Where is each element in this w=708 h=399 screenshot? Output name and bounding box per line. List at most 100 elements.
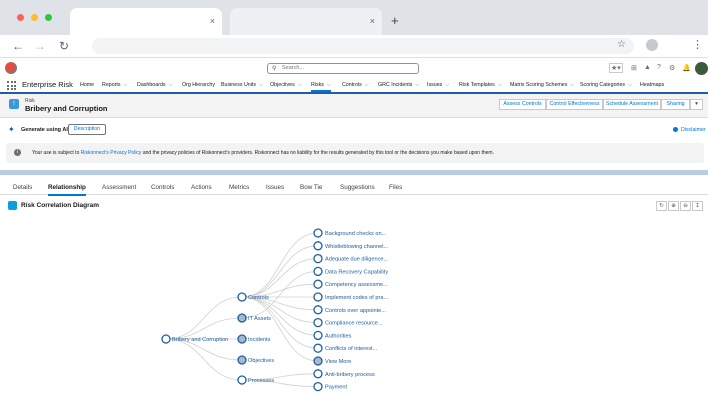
download-icon[interactable]: ↧ (692, 201, 703, 211)
nav-item-controls[interactable]: Controls ⌵ (342, 82, 369, 88)
diagram-leaf-node[interactable] (313, 228, 323, 238)
nav-item-matrix-scoring-schemes[interactable]: Matrix Scoring Schemes ⌵ (510, 82, 574, 88)
chevron-down-icon[interactable]: ⌵ (628, 82, 632, 88)
tab-relationship[interactable]: Relationship (48, 184, 86, 196)
diagram-leaf-node[interactable] (313, 266, 323, 277)
chevron-down-icon[interactable]: ⌵ (327, 82, 331, 88)
nav-item-heatmaps[interactable]: Heatmaps (640, 82, 664, 88)
diagram-leaf-node[interactable] (313, 305, 323, 315)
nav-item-org-hierarchy[interactable]: Org Hierarchy (182, 82, 215, 88)
chevron-down-icon[interactable]: ⌵ (365, 82, 369, 88)
tab-actions[interactable]: Actions (191, 184, 212, 191)
control-effectiveness-button[interactable]: Control Effectiveness (546, 99, 603, 110)
chevron-down-icon[interactable]: ⌵ (570, 82, 574, 88)
diagram-branch-node[interactable] (237, 355, 247, 365)
add-icon[interactable]: ⊞ (631, 64, 637, 72)
diagram-leaf-label[interactable]: Adequate due diligence... (325, 257, 389, 263)
diagram-leaf-label[interactable]: Whistleblowing channel... (325, 244, 389, 250)
maximize-window-button[interactable] (45, 14, 52, 21)
diagram-branch-label[interactable]: IT Assets (248, 316, 271, 322)
reload-icon[interactable]: ↻ (59, 39, 69, 53)
bookmark-star-icon[interactable]: ☆ (617, 39, 626, 50)
assess-controls-button[interactable]: Assess Controls (499, 99, 546, 110)
app-launcher-icon[interactable] (7, 81, 16, 90)
nav-item-risk-templates[interactable]: Risk Templates ⌵ (459, 82, 502, 88)
diagram-branch-node[interactable] (237, 334, 247, 344)
diagram-leaf-node[interactable] (313, 253, 323, 264)
nav-item-business-units[interactable]: Business Units ⌵ (221, 82, 263, 88)
diagram-leaf-label[interactable]: Conflicts of interest... (325, 346, 378, 352)
diagram-leaf-node[interactable] (313, 343, 323, 353)
browser-menu-icon[interactable]: ⋮ (692, 38, 703, 51)
tab-assessment[interactable]: Assessment (102, 184, 136, 191)
tab-suggestions[interactable]: Suggestions (340, 184, 375, 191)
diagram-leaf-label[interactable]: Controls over appointe... (325, 308, 386, 314)
notifications-bell-icon[interactable]: 🔔 (682, 64, 691, 72)
disclaimer-link[interactable]: Disclaimer (673, 127, 706, 133)
chevron-down-icon[interactable]: ⌵ (498, 82, 502, 88)
diagram-leaf-label[interactable]: Anti-bribery process (325, 372, 375, 378)
chevron-down-icon[interactable]: ⌵ (124, 82, 128, 88)
tab-details[interactable]: Details (13, 184, 32, 191)
diagram-leaf-node[interactable] (313, 369, 323, 379)
tab-issues[interactable]: Issues (266, 184, 284, 191)
diagram-leaf-node[interactable] (313, 292, 323, 302)
zoom-in-icon[interactable]: ⊕ (668, 201, 679, 211)
chevron-down-icon[interactable]: ⌵ (169, 82, 173, 88)
privacy-policy-link[interactable]: Riskonnect's Privacy Policy (81, 150, 142, 156)
nav-item-dashboards[interactable]: Dashboards ⌵ (137, 82, 172, 88)
chevron-down-icon[interactable]: ⌵ (445, 82, 449, 88)
zoom-out-icon[interactable]: ⊖ (680, 201, 691, 211)
tab-metrics[interactable]: Metrics (229, 184, 249, 191)
diagram-leaf-node[interactable] (313, 330, 323, 341)
schedule-assessment-button[interactable]: Schedule Assessment (603, 99, 661, 110)
nav-item-home[interactable]: Home (80, 82, 94, 88)
chevron-down-icon[interactable]: ⌵ (298, 82, 302, 88)
nav-item-objectives[interactable]: Objectives ⌵ (270, 82, 302, 88)
back-arrow-icon[interactable]: ← (12, 39, 24, 53)
diagram-leaf-node[interactable] (313, 317, 323, 328)
diagram-leaf-label[interactable]: View More (325, 359, 351, 365)
tab-files[interactable]: Files (389, 184, 402, 191)
chevron-down-icon[interactable]: ⌵ (415, 82, 419, 88)
diagram-leaf-label[interactable]: Compliance resource... (325, 321, 383, 327)
diagram-leaf-node[interactable] (313, 279, 323, 289)
favorites-star-icon[interactable]: ★▾ (609, 63, 623, 73)
diagram-branch-label[interactable]: Processes (248, 378, 274, 384)
diagram-root-node[interactable] (161, 334, 171, 344)
user-avatar[interactable] (695, 62, 708, 75)
nav-item-scoring-categories[interactable]: Scoring Categories ⌵ (580, 82, 632, 88)
nav-item-reports[interactable]: Reports ⌵ (102, 82, 127, 88)
global-search[interactable]: ⚲ (267, 63, 419, 74)
search-input[interactable] (282, 65, 412, 71)
forward-arrow-icon[interactable]: → (34, 39, 46, 53)
address-bar[interactable]: ☆ (92, 38, 634, 54)
tab-controls[interactable]: Controls (151, 184, 174, 191)
diagram-leaf-label[interactable]: Data Recovery Capability (325, 269, 388, 275)
diagram-leaf-label[interactable]: Authorities (325, 333, 352, 339)
diagram-branch-label[interactable]: Incidents (248, 337, 271, 343)
sharing-button[interactable]: Sharing (661, 99, 690, 110)
trailhead-icon[interactable]: ▲ (644, 64, 651, 71)
diagram-branch-node[interactable] (237, 375, 247, 385)
nav-item-grc-incidents[interactable]: GRC Incidents ⌵ (378, 82, 419, 88)
diagram-leaf-label[interactable]: Background checks on... (325, 231, 387, 237)
close-icon[interactable]: × (370, 16, 375, 26)
collapse-icon[interactable]: ↻ (656, 201, 667, 211)
description-button[interactable]: Description (68, 124, 106, 135)
profile-icon[interactable] (646, 39, 658, 51)
diagram-branch-label[interactable]: Controls (248, 295, 269, 301)
chevron-down-icon[interactable]: ⌵ (259, 82, 263, 88)
help-icon[interactable]: ? (657, 64, 661, 71)
diagram-branch-node[interactable] (237, 292, 247, 302)
new-tab-button[interactable]: + (391, 13, 399, 28)
diagram-branch-label[interactable]: Objectives (248, 358, 274, 364)
setup-gear-icon[interactable]: ⚙ (669, 64, 675, 72)
minimize-window-button[interactable] (31, 14, 38, 21)
more-actions-chevron-icon[interactable]: ▾ (690, 99, 703, 110)
diagram-leaf-label[interactable]: Payment (325, 385, 348, 391)
browser-tab-active[interactable]: × (70, 8, 222, 35)
close-icon[interactable]: × (210, 16, 215, 26)
diagram-leaf-label[interactable]: Competency assessme... (325, 282, 388, 288)
browser-tab[interactable]: × (230, 8, 382, 35)
